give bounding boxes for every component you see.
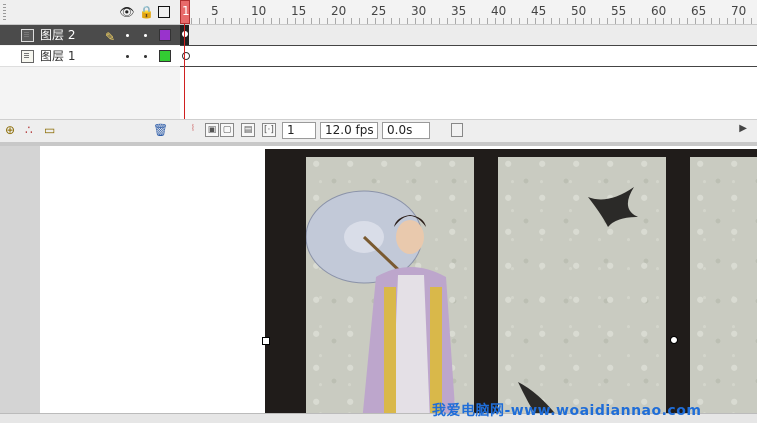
frame-number: 20 [331, 4, 347, 18]
lock-icon[interactable]: 🔒 [139, 5, 154, 19]
layer-toolbar: ⊕ ∴ ▭ 🗑 [0, 119, 180, 142]
layer-icon [21, 29, 34, 42]
frame-number: 35 [451, 4, 467, 18]
scrollbar-thumb[interactable] [451, 123, 463, 137]
watermark-text: 我爱电脑网-www.woaidiannao.com [432, 403, 702, 419]
layer-name: 图层 1 [40, 49, 76, 63]
image-panel [498, 157, 666, 422]
frame-number: 25 [371, 4, 387, 18]
frame-ruler[interactable]: 1 5 10 15 20 25 30 35 40 45 50 55 60 65 70 [180, 0, 757, 25]
frame-row-layer-2[interactable] [180, 25, 757, 46]
timeline-panel: 👁 🔒 图层 2 ✎ 图层 1 ⊕ ∴ ▭ 🗑 1 5 10 15 20 25 … [0, 0, 757, 143]
frame-number: 60 [651, 4, 667, 18]
transform-handle[interactable] [262, 337, 270, 345]
image-panel [305, 157, 474, 422]
layer-header: 👁 🔒 [0, 0, 180, 25]
bitmap-image[interactable] [265, 149, 757, 422]
layer-row-1[interactable]: 图层 1 [0, 46, 180, 67]
add-motion-guide-icon[interactable]: ∴ [25, 123, 33, 137]
woman-with-umbrella-figure [305, 190, 456, 422]
delete-layer-icon[interactable]: 🗑 [153, 123, 168, 137]
pencil-icon: ✎ [105, 30, 116, 44]
frames-area[interactable]: 1 5 10 15 20 25 30 35 40 45 50 55 60 65 70 ⦚ ▣ ▢ ▤ [·]… [180, 0, 757, 143]
lock-toggle[interactable] [144, 34, 147, 37]
center-frame-icon[interactable]: ⦚ [186, 123, 200, 137]
elapsed-time-field: 0.0s [382, 122, 430, 139]
stage[interactable] [0, 146, 757, 422]
visibility-toggle[interactable] [126, 34, 129, 37]
stage-canvas[interactable] [40, 146, 265, 422]
layer-row-2[interactable]: 图层 2 ✎ [0, 25, 180, 45]
frame-number: 55 [611, 4, 627, 18]
frame-number: 15 [291, 4, 307, 18]
frame-number: 5 [211, 4, 219, 18]
frame-number: 40 [491, 4, 507, 18]
timeline-scrollbar[interactable]: ▶ [447, 123, 747, 137]
ink-bird-illustration [518, 187, 638, 419]
pasteboard [0, 146, 40, 422]
layer-color-swatch[interactable] [159, 29, 171, 41]
playhead-line [184, 24, 185, 120]
frame-number: 45 [531, 4, 547, 18]
insert-folder-icon[interactable]: ▭ [44, 123, 55, 137]
modify-onion-markers-icon[interactable]: [·] [262, 123, 276, 137]
panel-grip[interactable] [3, 4, 6, 20]
timeline-status-bar: ⦚ ▣ ▢ ▤ [·] 1 12.0 fps 0.0s ▶ [180, 119, 757, 142]
insert-layer-icon[interactable]: ⊕ [5, 123, 15, 137]
frame-row-layer-1[interactable] [180, 46, 757, 67]
frame-rate-field[interactable]: 12.0 fps [320, 122, 378, 139]
transform-handle[interactable] [670, 336, 678, 344]
frame-number: 30 [411, 4, 427, 18]
scroll-right-icon[interactable]: ▶ [739, 123, 747, 134]
image-panel [690, 157, 757, 422]
layer-color-swatch[interactable] [159, 50, 171, 62]
lock-toggle[interactable] [144, 55, 147, 58]
current-frame-field[interactable]: 1 [282, 122, 316, 139]
edit-multiple-frames-icon[interactable]: ▤ [241, 123, 255, 137]
onion-skin-icon[interactable]: ▣ [205, 123, 219, 137]
outline-icon[interactable] [158, 6, 170, 18]
keyframe[interactable] [182, 31, 188, 37]
visibility-toggle[interactable] [126, 55, 129, 58]
frame-number: 65 [691, 4, 707, 18]
frame-number: 1 [182, 4, 190, 18]
layer-icon [21, 50, 34, 63]
frame-number: 70 [731, 4, 747, 18]
onion-skin-outline-icon[interactable]: ▢ [220, 123, 234, 137]
eye-icon[interactable]: 👁 [118, 5, 136, 19]
layer-list: 👁 🔒 图层 2 ✎ 图层 1 ⊕ ∴ ▭ 🗑 [0, 0, 180, 143]
layer-name: 图层 2 [40, 28, 76, 42]
frame-number: 50 [571, 4, 587, 18]
frame-number: 10 [251, 4, 267, 18]
